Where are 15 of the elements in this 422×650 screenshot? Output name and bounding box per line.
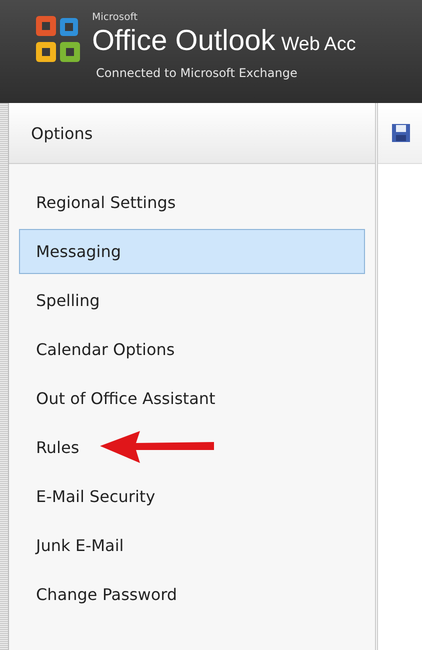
nav-item[interactable]: Junk E-Mail (19, 523, 141, 568)
product-title: Office Outlook (92, 24, 276, 58)
brand-name: Microsoft (92, 12, 139, 24)
product-subtitle: Web Acc (281, 33, 356, 57)
nav-item[interactable]: Calendar Options (19, 327, 192, 372)
nav-item[interactable]: Rules (19, 425, 96, 470)
nav-item[interactable]: Regional Settings (19, 180, 193, 225)
nav-item[interactable]: Spelling (19, 278, 117, 323)
sidebar-title: Options (31, 124, 93, 142)
save-icon[interactable] (392, 123, 410, 143)
nav-item[interactable]: E-Mail Security (19, 474, 172, 519)
nav-item[interactable]: Messaging (19, 229, 365, 274)
nav-item[interactable]: Out of Office Assistant (19, 376, 232, 421)
connection-status: Connected to Microsoft Exchange (96, 66, 298, 80)
nav-item[interactable]: Change Password (19, 572, 194, 617)
